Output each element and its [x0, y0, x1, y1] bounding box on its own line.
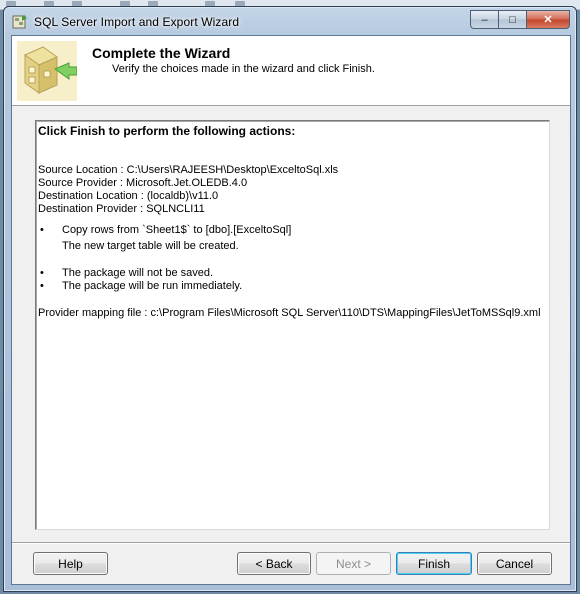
minimize-button[interactable]: – [470, 10, 498, 29]
source-location: Source Location : C:\Users\RAJEESH\Deskt… [38, 164, 339, 176]
summary-textbox[interactable]: Click Finish to perform the following ac… [35, 120, 550, 530]
window-title: SQL Server Import and Export Wizard [34, 15, 240, 29]
wizard-client-area: Complete the Wizard Verify the choices m… [11, 35, 571, 585]
cancel-button[interactable]: Cancel [477, 552, 552, 575]
wizard-header: Complete the Wizard Verify the choices m… [12, 36, 570, 106]
wizard-app-icon [12, 15, 27, 29]
minimize-icon: – [481, 13, 488, 26]
next-button[interactable]: Next > [316, 552, 391, 575]
copy-action-text: Copy rows from `Sheet1$` to [dbo].[Excel… [62, 224, 292, 236]
help-button[interactable]: Help [33, 552, 108, 575]
copy-action-item: • Copy rows from `Sheet1$` to [dbo].[Exc… [38, 224, 547, 237]
close-icon: ✕ [543, 14, 553, 26]
caption-buttons: – □ ✕ [470, 10, 570, 29]
copy-action-note: The new target table will be created. [62, 240, 239, 252]
mapping-file: Provider mapping file : c:\Program Files… [38, 307, 541, 319]
page-title: Complete the Wizard [92, 45, 231, 61]
bullet-icon: • [40, 224, 44, 236]
destination-location: Destination Location : (localdb)\v11.0 [38, 190, 219, 202]
button-separator [12, 542, 570, 544]
package-saved-item: • The package will not be saved. [38, 267, 547, 280]
page-subtitle: Verify the choices made in the wizard an… [112, 63, 375, 75]
bullet-icon: • [40, 267, 44, 279]
package-run-text: The package will be run immediately. [62, 280, 243, 292]
destination-provider: Destination Provider : SQLNCLI11 [38, 203, 205, 215]
summary-heading: Click Finish to perform the following ac… [38, 124, 296, 138]
title-bar[interactable]: SQL Server Import and Export Wizard – □ … [4, 7, 576, 35]
maximize-button[interactable]: □ [498, 10, 526, 29]
package-arrow-icon [17, 41, 77, 101]
package-run-item: • The package will be run immediately. [38, 280, 547, 293]
package-saved-text: The package will not be saved. [62, 267, 214, 279]
source-provider: Source Provider : Microsoft.Jet.OLEDB.4.… [38, 177, 248, 189]
finish-button[interactable]: Finish [396, 552, 472, 575]
wizard-window: SQL Server Import and Export Wizard – □ … [3, 6, 577, 592]
maximize-icon: □ [509, 13, 516, 26]
close-button[interactable]: ✕ [526, 10, 570, 29]
bullet-icon: • [40, 280, 44, 292]
back-button[interactable]: < Back [237, 552, 311, 575]
